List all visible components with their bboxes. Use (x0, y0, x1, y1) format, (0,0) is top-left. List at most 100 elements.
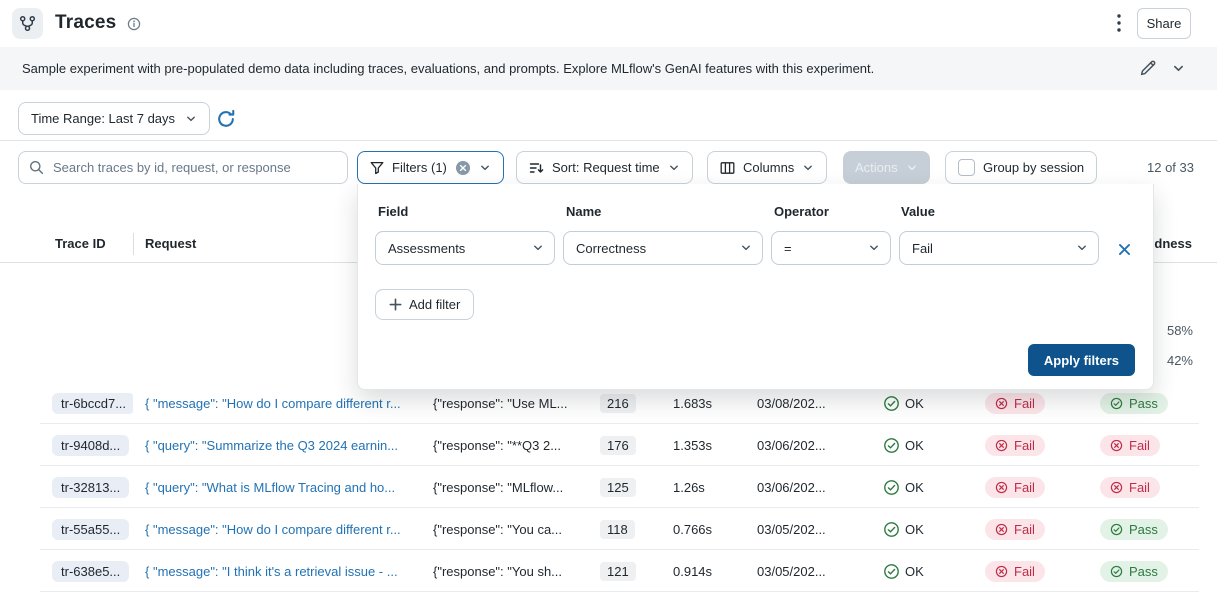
traces-page: Traces Share Sample experiment with pre-… (0, 0, 1217, 597)
state-cell: OK (883, 521, 985, 538)
groundedness-badge: Fail (1100, 435, 1160, 456)
table-row[interactable]: tr-32813... { "query": "What is MLflow T… (0, 466, 1217, 508)
search-input[interactable] (18, 151, 348, 184)
table-row[interactable]: tr-638e5... { "message": "I think it's a… (0, 550, 1217, 592)
trace-id-link[interactable]: tr-638e5... (52, 561, 129, 582)
execution-duration: 1.683s (673, 396, 757, 411)
request-cell-link[interactable]: { "message": "How do I compare different… (133, 522, 433, 537)
operator-select[interactable]: = (771, 231, 891, 265)
response-cell: {"response": "**Q3 2... (433, 438, 600, 453)
trace-id-link[interactable]: tr-6bccd7... (52, 393, 133, 414)
column-separator (133, 233, 134, 255)
edit-description-icon[interactable] (1140, 58, 1158, 76)
request-cell-link[interactable]: { "query": "Summarize the Q3 2024 earnin… (133, 438, 433, 453)
clear-filters-icon[interactable] (455, 160, 471, 176)
chevron-down-icon (532, 242, 544, 254)
banner-expand-icon[interactable] (1172, 62, 1185, 75)
column-header-request[interactable]: Request (145, 236, 196, 251)
add-filter-button[interactable]: Add filter (375, 289, 474, 320)
search-box (18, 151, 348, 184)
apply-filters-button[interactable]: Apply filters (1028, 344, 1135, 376)
info-icon[interactable] (127, 17, 141, 31)
name-label: Name (566, 204, 601, 219)
columns-dropdown[interactable]: Columns (707, 151, 827, 184)
field-select[interactable]: Assessments (375, 231, 555, 265)
request-cell-link[interactable]: { "query": "What is MLflow Tracing and h… (133, 480, 433, 495)
trace-id-link[interactable]: tr-55a55... (52, 519, 129, 540)
table-row[interactable]: tr-9408d... { "query": "Summarize the Q3… (0, 424, 1217, 466)
execution-duration: 1.353s (673, 438, 757, 453)
tokens-value: 118 (600, 520, 635, 539)
sort-icon (529, 161, 544, 175)
correctness-badge: Fail (985, 435, 1045, 456)
funnel-icon (370, 161, 384, 175)
trace-id-link[interactable]: tr-32813... (52, 477, 129, 498)
banner-text: Sample experiment with pre-populated dem… (22, 61, 874, 76)
sort-dropdown[interactable]: Sort: Request time (516, 151, 693, 184)
column-header-trace-id[interactable]: Trace ID (55, 236, 106, 251)
state-cell: OK (883, 437, 985, 454)
ok-check-icon (883, 521, 900, 538)
execution-duration: 0.766s (673, 522, 757, 537)
fail-icon (995, 439, 1008, 452)
request-cell-link[interactable]: { "message": "How do I compare different… (133, 396, 433, 411)
field-label: Field (378, 204, 408, 219)
group-by-session-checkbox[interactable] (958, 159, 975, 176)
remove-filter-icon[interactable] (1115, 240, 1133, 258)
pass-icon (1110, 565, 1123, 578)
execution-duration: 1.26s (673, 480, 757, 495)
chevron-down-icon (1076, 242, 1088, 254)
trace-id-link[interactable]: tr-9408d... (52, 435, 129, 456)
ok-check-icon (883, 437, 900, 454)
pass-icon (1110, 523, 1123, 536)
filters-panel: Field Name Operator Value Assessments Co… (357, 184, 1154, 390)
trace-count: 12 of 33 (1128, 160, 1194, 175)
columns-icon (720, 161, 735, 175)
page-title: Traces (55, 12, 116, 34)
state-cell: OK (883, 563, 985, 580)
tokens-value: 176 (600, 436, 636, 455)
state-cell: OK (883, 395, 985, 412)
value-select[interactable]: Fail (899, 231, 1099, 265)
chevron-down-icon (740, 242, 752, 254)
experiment-description-banner: Sample experiment with pre-populated dem… (0, 47, 1217, 90)
ok-check-icon (883, 395, 900, 412)
chevron-down-icon (802, 162, 814, 174)
groundedness-badge: Pass (1100, 519, 1168, 540)
time-range-dropdown[interactable]: Time Range: Last 7 days (18, 102, 210, 135)
fail-icon (1110, 439, 1123, 452)
chevron-down-icon (668, 162, 680, 174)
actions-button-disabled: Actions (843, 151, 930, 184)
group-by-session-toggle[interactable]: Group by session (945, 151, 1097, 184)
table-row[interactable]: tr-55a55... { "message": "How do I compa… (0, 508, 1217, 550)
chevron-down-icon (479, 162, 491, 174)
share-button[interactable]: Share (1137, 8, 1191, 39)
groundedness-badge: Fail (1100, 477, 1160, 498)
tokens-value: 125 (600, 478, 636, 497)
chevron-down-icon (906, 162, 918, 174)
operator-label: Operator (774, 204, 829, 219)
response-cell: {"response": "MLflow... (433, 480, 600, 495)
response-cell: {"response": "Use ML... (433, 396, 600, 411)
fail-icon (995, 397, 1008, 410)
state-cell: OK (883, 479, 985, 496)
overflow-menu-icon[interactable] (1108, 12, 1130, 34)
groundedness-badge: Pass (1100, 561, 1168, 582)
fail-icon (995, 565, 1008, 578)
fail-icon (1110, 481, 1123, 494)
filters-button[interactable]: Filters (1) (357, 151, 504, 184)
request-time: 03/05/202... (757, 522, 883, 537)
name-select[interactable]: Correctness (563, 231, 763, 265)
refresh-icon[interactable] (215, 108, 237, 130)
ok-check-icon (883, 479, 900, 496)
correctness-badge: Fail (985, 519, 1045, 540)
chevron-down-icon (185, 113, 197, 125)
request-cell-link[interactable]: { "message": "I think it's a retrieval i… (133, 564, 433, 579)
tokens-value: 121 (600, 562, 636, 581)
tokens-value: 216 (600, 394, 636, 413)
pass-icon (1110, 397, 1123, 410)
value-label: Value (901, 204, 935, 219)
correctness-badge: Fail (985, 561, 1045, 582)
page-header: Traces Share (0, 0, 1217, 47)
groundedness-badge: Pass (1100, 393, 1168, 414)
